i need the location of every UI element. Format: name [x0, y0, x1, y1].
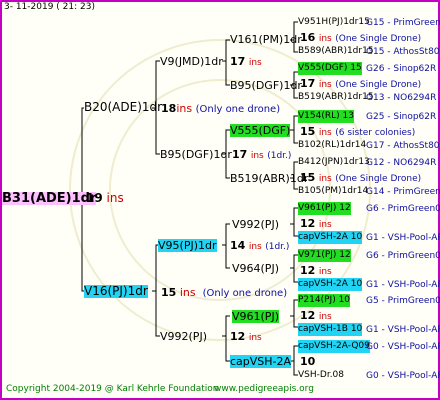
gen3-queen-0[interactable]: V161(PM)1dr: [230, 33, 302, 46]
gen2-ins-unit-0: ins: [248, 58, 262, 68]
gen4-dam-line-0[interactable]: B589(ABR)1dr15: [298, 45, 374, 58]
gen4-sire-desc-3: G12 - NO6294R: [366, 158, 437, 168]
gen4-dam-desc-6: G1 - VSH-Pool-AR: [366, 325, 440, 335]
gen4-dam-desc-7: G0 - VSH-Pool-AR: [366, 371, 440, 381]
gen2-ins-1: 17 ins (1dr.): [232, 148, 291, 163]
gen1-ins-0: 18ins (Only one drone): [161, 102, 280, 116]
gen2-note-2: (1dr.): [265, 242, 290, 252]
gen4-sire-line-2[interactable]: V154(RL) 13: [298, 110, 354, 123]
gen4-dam-line-7[interactable]: VSH-Dr.08: [298, 369, 344, 382]
gen1-queen-0[interactable]: B20(ADE)1dr: [84, 101, 162, 114]
gen3-queen-5[interactable]: V964(PJ): [232, 262, 279, 275]
gen4-ins-2: 15 ins (6 sister colonies): [300, 125, 416, 138]
copyright-text: Copyright 2004-2019 @ Karl Kehrle Founda…: [6, 384, 219, 394]
gen3-queen-2[interactable]: V555(DGF): [230, 124, 291, 137]
gen4-sire-line-3[interactable]: B412(JPN)1dr13: [298, 156, 370, 169]
gen4-sire-desc-5: G6 - PrimGreen00: [366, 251, 440, 261]
gen4-sire-line-5[interactable]: V971(PJ) 12: [298, 249, 351, 262]
gen4-sire-desc-0: G15 - PrimGreen00: [366, 18, 440, 28]
gen4-dam-desc-3: G14 - PrimGreen00: [366, 187, 440, 197]
gen3-queen-1[interactable]: B95(DGF)1dr: [230, 79, 302, 92]
gen4-sire-desc-6: G5 - PrimGreen00: [366, 296, 440, 306]
gen4-dam-desc-4: G1 - VSH-Pool-AR: [366, 233, 440, 243]
gen3-queen-6[interactable]: V961(PJ): [232, 310, 279, 323]
gen1-note-0: (Only one drone): [195, 104, 281, 115]
gen4-sire-desc-2: G25 - Sinop62R: [366, 112, 437, 122]
gen2-ins-unit-3: ins: [248, 333, 262, 343]
gen1-ins-count-0: 18: [161, 102, 177, 115]
gen2-queen-3[interactable]: V992(PJ): [160, 330, 207, 343]
gen4-dam-desc-0: G15 - AthosSt80R: [366, 47, 440, 57]
gen4-sire-line-6[interactable]: P214(PJ) 10: [298, 294, 351, 307]
gen2-ins-0: 17 ins: [230, 55, 262, 70]
gen1-ins-1: 15 ins (Only one drone): [161, 286, 287, 300]
gen2-ins-unit-2: ins: [248, 242, 262, 252]
gen4-ins-5: 12 ins: [300, 264, 332, 277]
gen4-dam-line-4[interactable]: capVSH-2A 10: [298, 231, 363, 244]
gen4-sire-line-1[interactable]: V555(DGF) 15: [298, 62, 362, 75]
gen4-dam-line-1[interactable]: B519(ABR)1dr15: [298, 91, 374, 104]
gen2-ins-3: 12 ins: [230, 330, 262, 345]
gen2-queen-1[interactable]: B95(DGF)1dr: [160, 148, 232, 161]
gen4-dam-desc-1: G13 - NO6294R: [366, 93, 437, 103]
root-ins: 19 ins: [86, 192, 124, 205]
gen2-ins-2: 14 ins (1dr.): [230, 239, 289, 254]
gen4-dam-line-6[interactable]: capVSH-1B 10: [298, 323, 363, 336]
gen4-sire-line-0[interactable]: V951H(PJ)1dr15: [298, 16, 370, 29]
gen4-ins-0: 16 ins (One Single Drone): [300, 31, 422, 44]
gen4-ins-6: 12 ins: [300, 309, 332, 322]
root-ins-count: 19: [86, 191, 103, 205]
gen4-sire-desc-4: G6 - PrimGreen00: [366, 204, 440, 214]
gen4-ins-7: 10: [300, 355, 316, 368]
website-link[interactable]: www.pedigreeapis.org: [214, 384, 314, 394]
gen2-ins-count-3: 12: [230, 330, 246, 343]
gen4-dam-line-2[interactable]: B102(RL)1dr14: [298, 139, 366, 152]
gen2-ins-count-2: 14: [230, 239, 246, 252]
report-timestamp: 3- 11-2019 ( 21: 23): [4, 2, 95, 12]
gen4-sire-line-4[interactable]: V961(PJ) 12: [298, 202, 351, 215]
gen2-ins-unit-1: ins: [250, 151, 264, 161]
gen2-note-1: (1dr.): [267, 151, 292, 161]
gen2-queen-2[interactable]: V95(PJ)1dr: [158, 239, 217, 252]
gen2-queen-0[interactable]: V9(JMD)1dr: [160, 55, 223, 68]
gen4-sire-line-7[interactable]: capVSH-2A-Q09: [298, 340, 370, 353]
root-ins-unit: ins: [106, 191, 124, 205]
gen4-ins-4: 12 ins: [300, 217, 332, 230]
root-queen[interactable]: B31(ADE)1dr: [2, 192, 97, 205]
gen4-ins-1: 17 ins (One Single Drone): [300, 77, 422, 90]
gen2-ins-count-0: 17: [230, 55, 246, 68]
gen1-ins-unit-0: ins: [176, 102, 193, 115]
gen1-queen-1[interactable]: V16(PJ)1dr: [84, 285, 148, 298]
gen2-ins-count-1: 17: [232, 148, 248, 161]
gen3-queen-3[interactable]: B519(ABR)1dr: [230, 172, 308, 185]
gen1-ins-unit-1: ins: [179, 286, 196, 299]
gen4-sire-desc-1: G26 - Sinop62R: [366, 64, 437, 74]
gen1-ins-count-1: 15: [161, 286, 177, 299]
gen4-sire-desc-7: G0 - VSH-Pool-AR: [366, 342, 440, 352]
gen3-queen-7[interactable]: capVSH-2A: [230, 355, 292, 368]
gen3-queen-4[interactable]: V992(PJ): [232, 218, 279, 231]
gen4-ins-3: 15 ins (One Single Drone): [300, 171, 422, 184]
gen4-dam-line-5[interactable]: capVSH-2A 10: [298, 278, 363, 291]
gen4-dam-desc-5: G1 - VSH-Pool-AR: [366, 280, 440, 290]
gen4-dam-line-3[interactable]: B105(PM)1dr14: [298, 185, 368, 198]
gen1-note-1: (Only one drone): [202, 288, 288, 299]
gen4-dam-desc-2: G17 - AthosSt80R: [366, 141, 440, 151]
